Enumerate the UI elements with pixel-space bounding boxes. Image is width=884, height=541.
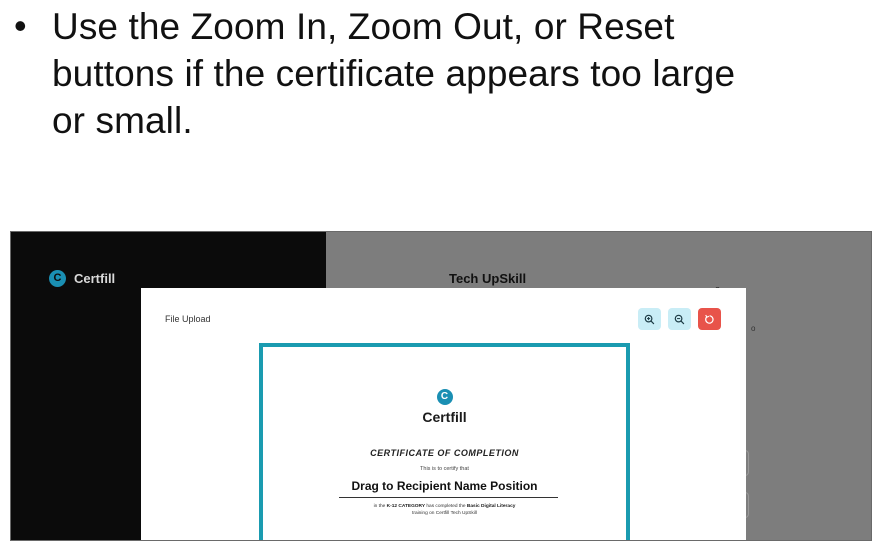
body-suffix: training on Certfill Tech UpSkill (412, 511, 477, 516)
body-mid: has completed the (425, 504, 467, 509)
page-title: Tech UpSkill (449, 271, 527, 286)
file-upload-modal: File Upload C Certfill CERTIFICATE OF CO… (141, 288, 746, 540)
instruction-bullet: • Use the Zoom In, Zoom Out, or Reset bu… (10, 3, 870, 144)
instruction-line-1: Use the Zoom In, Zoom Out, or Reset (52, 6, 675, 47)
sidebar-logo[interactable]: C Certfill (49, 270, 115, 287)
certificate-heading: CERTIFICATE OF COMPLETION (370, 448, 519, 458)
instruction-line-3: or small. (52, 100, 193, 141)
category-text: K-12 CATEGORY (386, 504, 426, 509)
certfill-logo-icon: C (49, 270, 66, 287)
certificate-body: in the K-12 CATEGORY has completed the B… (263, 503, 626, 517)
certificate-preview: C Certfill CERTIFICATE OF COMPLETION Thi… (259, 343, 630, 540)
zoom-in-button[interactable] (638, 308, 661, 330)
recipient-underline (339, 497, 558, 498)
app-screenshot: C Certfill Tech UpSkill o o File Upload (10, 231, 872, 541)
background-dot: o (751, 324, 756, 333)
certificate-logo-icon: C (436, 389, 453, 405)
zoom-out-button[interactable] (668, 308, 691, 330)
modal-title: File Upload (165, 314, 211, 324)
certify-text: This is to certify that (420, 466, 469, 472)
certificate-brand: Certfill (422, 409, 467, 425)
certificate-logo-letter: C (440, 391, 449, 402)
course-name: Basic Digital Literacy (466, 504, 516, 509)
logo-letter: C (53, 272, 62, 284)
zoom-controls (638, 308, 721, 330)
reset-button[interactable] (698, 308, 721, 330)
instruction-line-2: buttons if the certificate appears too l… (52, 53, 736, 94)
reset-icon (705, 314, 714, 324)
recipient-name-placeholder[interactable]: Drag to Recipient Name Position (263, 479, 626, 493)
zoom-out-icon (674, 314, 685, 324)
instruction-text: Use the Zoom In, Zoom Out, or Reset butt… (52, 3, 735, 144)
zoom-in-icon (644, 314, 655, 324)
bullet-marker: • (14, 5, 27, 46)
instruction-block: • Use the Zoom In, Zoom Out, or Reset bu… (10, 3, 870, 144)
brand-name: Certfill (74, 271, 116, 286)
body-prefix: in the (373, 504, 387, 509)
